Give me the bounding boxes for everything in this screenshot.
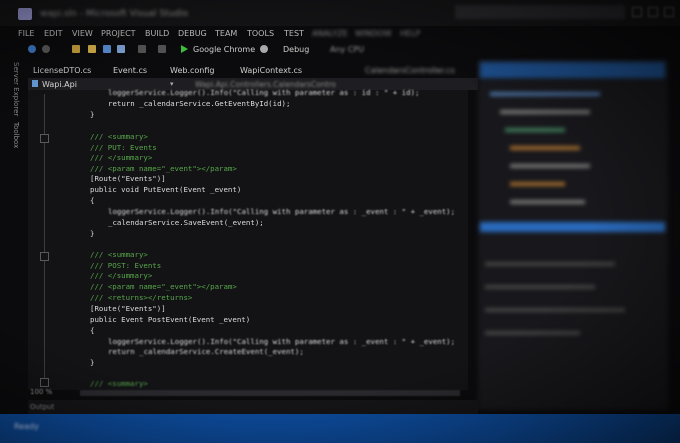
menu-help[interactable]: HELP bbox=[400, 29, 420, 38]
code-line: { bbox=[90, 326, 95, 335]
code-line: } bbox=[90, 110, 95, 119]
tree-item-selected[interactable] bbox=[480, 222, 665, 232]
menu-project[interactable]: PROJECT bbox=[101, 29, 136, 38]
code-line: } bbox=[90, 358, 95, 367]
menu-test[interactable]: TEST bbox=[284, 29, 304, 38]
save-all-icon[interactable] bbox=[117, 45, 125, 53]
new-project-icon[interactable] bbox=[72, 45, 80, 53]
code-line: /// POST: Events bbox=[90, 261, 162, 270]
code-line: return _calendarService.GetEventById(id)… bbox=[108, 99, 291, 108]
start-debugging-icon[interactable] bbox=[181, 45, 188, 53]
code-line: } bbox=[90, 229, 95, 238]
code-line: /// <summary> bbox=[90, 250, 148, 259]
status-text: Ready bbox=[14, 422, 39, 431]
close-icon[interactable] bbox=[664, 7, 674, 17]
maximize-icon[interactable] bbox=[648, 7, 658, 17]
save-icon[interactable] bbox=[103, 45, 111, 53]
code-line: /// </summary> bbox=[90, 271, 153, 280]
tree-item[interactable] bbox=[510, 146, 580, 150]
menu-team[interactable]: TEAM bbox=[215, 29, 237, 38]
code-line: public void PutEvent(Event _event) bbox=[90, 185, 242, 194]
forward-icon[interactable] bbox=[42, 45, 50, 53]
code-line: loggerService.Logger().Info("Calling wit… bbox=[108, 88, 420, 97]
platform-select[interactable]: Any CPU bbox=[330, 45, 364, 54]
tab-wapicontext[interactable]: WapiContext.cs bbox=[240, 66, 302, 75]
collapse-toggle[interactable] bbox=[40, 252, 49, 261]
code-line: /// <summary> bbox=[90, 132, 148, 141]
code-line: return _calendarService.CreateEvent(_eve… bbox=[108, 347, 304, 356]
configuration-select[interactable]: Debug bbox=[283, 45, 309, 54]
menu-debug[interactable]: DEBUG bbox=[178, 29, 207, 38]
properties-row bbox=[485, 331, 580, 335]
menu-view[interactable]: VIEW bbox=[72, 29, 93, 38]
horizontal-scrollbar[interactable] bbox=[80, 390, 460, 396]
menu-edit[interactable]: EDIT bbox=[44, 29, 62, 38]
csharp-project-icon bbox=[32, 80, 38, 87]
redo-icon[interactable] bbox=[158, 45, 166, 53]
menu-analyze[interactable]: ANALYZE bbox=[312, 29, 348, 38]
tab-web-config[interactable]: Web.config bbox=[170, 66, 214, 75]
code-line: loggerService.Logger().Info("Calling wit… bbox=[108, 337, 456, 346]
open-file-icon[interactable] bbox=[88, 45, 96, 53]
code-line: [Route("Events")] bbox=[90, 304, 166, 313]
output-tab[interactable]: Output bbox=[30, 403, 54, 411]
refresh-icon[interactable] bbox=[260, 45, 268, 53]
collapse-toggle[interactable] bbox=[40, 134, 49, 143]
collapse-toggle[interactable] bbox=[40, 378, 49, 387]
minimize-icon[interactable] bbox=[632, 7, 642, 17]
tree-item[interactable] bbox=[505, 128, 565, 132]
tree-item[interactable] bbox=[510, 164, 590, 168]
quick-launch-search[interactable] bbox=[455, 5, 625, 19]
window-title: wapi.sln - Microsoft Visual Studio bbox=[40, 9, 189, 19]
menu-file[interactable]: FILE bbox=[18, 29, 34, 38]
server-explorer-tab[interactable]: Server Explorer bbox=[12, 62, 20, 116]
tree-item[interactable] bbox=[500, 110, 590, 114]
tree-item[interactable] bbox=[490, 92, 600, 96]
tab-licensedto[interactable]: LicenseDTO.cs bbox=[33, 66, 91, 75]
code-line: loggerService.Logger().Info("Calling wit… bbox=[108, 207, 456, 216]
menu-build[interactable]: BUILD bbox=[145, 29, 169, 38]
code-line: /// <param name="_event"></param> bbox=[90, 164, 237, 173]
tab-event[interactable]: Event.cs bbox=[113, 66, 147, 75]
menu-window[interactable]: WINDOW bbox=[355, 29, 392, 38]
toolbox-tab[interactable]: Toolbox bbox=[12, 122, 20, 148]
properties-row bbox=[485, 308, 625, 312]
zoom-level[interactable]: 100 % bbox=[30, 388, 52, 396]
chevron-down-icon[interactable]: ▾ bbox=[170, 80, 174, 88]
back-icon[interactable] bbox=[28, 45, 36, 53]
menu-tools[interactable]: TOOLS bbox=[247, 29, 274, 38]
code-line: /// </summary> bbox=[90, 153, 153, 162]
tree-item[interactable] bbox=[510, 182, 565, 186]
solution-explorer-header bbox=[480, 62, 665, 78]
code-line: /// PUT: Events bbox=[90, 143, 157, 152]
visual-studio-logo-icon bbox=[18, 8, 32, 20]
undo-icon[interactable] bbox=[138, 45, 146, 53]
code-line: /// <returns></returns> bbox=[90, 293, 193, 302]
run-target-select[interactable]: Google Chrome bbox=[193, 45, 255, 54]
tree-item[interactable] bbox=[510, 200, 585, 204]
status-bar bbox=[0, 414, 680, 443]
code-line: _calendarService.SaveEvent(_event); bbox=[108, 218, 264, 227]
output-pane bbox=[28, 400, 478, 414]
code-line: /// <param name="_event"></param> bbox=[90, 282, 237, 291]
code-line: { bbox=[90, 196, 95, 205]
code-line: [Route("Events")] bbox=[90, 174, 166, 183]
properties-row bbox=[485, 285, 595, 289]
project-dropdown[interactable]: Wapi.Api bbox=[42, 80, 77, 89]
code-line: public Event PostEvent(Event _event) bbox=[90, 315, 251, 324]
properties-row bbox=[485, 262, 615, 266]
code-line: /// <summary> bbox=[90, 379, 148, 388]
tab-calendarscontroller[interactable]: CalendarsController.cs bbox=[365, 66, 455, 75]
